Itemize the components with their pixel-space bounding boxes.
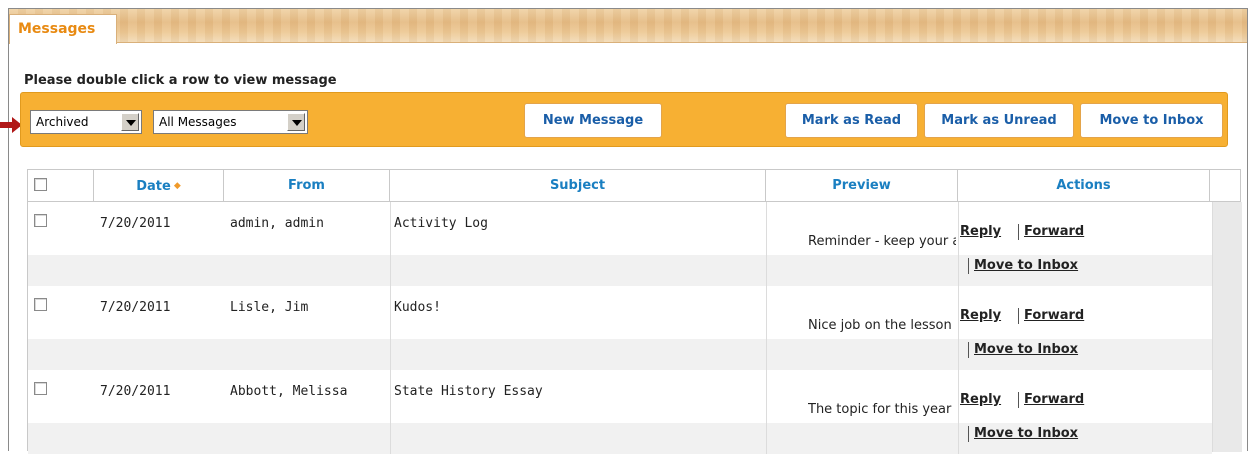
row-checkbox[interactable] <box>34 214 47 227</box>
chevron-down-icon[interactable] <box>121 113 139 131</box>
sort-descending-icon: ◆ <box>173 181 181 191</box>
grid-scrollbar[interactable] <box>1212 202 1242 452</box>
mark-as-unread-button[interactable]: Mark as Unread <box>924 103 1074 138</box>
instruction-text: Please double click a row to view messag… <box>24 73 337 88</box>
date-header-label: Date <box>136 179 171 194</box>
folder-select-value: Archived <box>36 115 89 129</box>
row-preview: The topic for this year <box>808 402 952 417</box>
pointer-arrow-icon <box>0 117 22 133</box>
mark-as-read-button[interactable]: Mark as Read <box>785 103 918 138</box>
row-subject: Activity Log <box>394 216 488 231</box>
reply-link[interactable]: Reply <box>960 308 1001 323</box>
row-preview: Reminder - keep your activity log <box>808 234 956 249</box>
row-from: Abbott, Melissa <box>230 384 348 399</box>
filter-select[interactable]: All Messages <box>153 110 308 134</box>
row-subject: State History Essay <box>394 384 543 399</box>
column-header-from[interactable]: From <box>224 170 390 202</box>
column-header-actions: Actions <box>958 170 1210 202</box>
move-to-inbox-link[interactable]: Move to Inbox <box>974 342 1078 357</box>
select-all-cell <box>28 170 94 202</box>
move-to-inbox-button[interactable]: Move to Inbox <box>1080 103 1223 138</box>
table-row[interactable]: 7/20/2011 Abbott, Melissa State History … <box>28 370 1212 454</box>
table-row[interactable]: 7/20/2011 Lisle, Jim Kudos! Nice job on … <box>28 286 1212 370</box>
row-date: 7/20/2011 <box>100 384 171 399</box>
row-date: 7/20/2011 <box>100 216 171 231</box>
tab-bar: Messages <box>9 9 1247 44</box>
row-checkbox[interactable] <box>34 298 47 311</box>
move-to-inbox-link[interactable]: Move to Inbox <box>974 258 1078 273</box>
folder-select[interactable]: Archived <box>30 110 142 134</box>
column-header-preview[interactable]: Preview <box>766 170 958 202</box>
grid-header: Date ◆ From Subject Preview Actions <box>28 170 1240 202</box>
reply-link[interactable]: Reply <box>960 392 1001 407</box>
tab-messages[interactable]: Messages <box>9 14 117 44</box>
message-toolbar: Archived All Messages New Message Mark a… <box>20 92 1228 147</box>
new-message-button[interactable]: New Message <box>524 103 662 138</box>
forward-link[interactable]: Forward <box>1024 392 1084 407</box>
move-to-inbox-link[interactable]: Move to Inbox <box>974 426 1078 441</box>
column-header-subject[interactable]: Subject <box>390 170 766 202</box>
row-from: admin, admin <box>230 216 324 231</box>
row-date: 7/20/2011 <box>100 300 171 315</box>
chevron-down-icon[interactable] <box>287 113 305 131</box>
reply-link[interactable]: Reply <box>960 224 1001 239</box>
filter-select-value: All Messages <box>159 115 237 129</box>
forward-link[interactable]: Forward <box>1024 308 1084 323</box>
table-row[interactable]: 7/20/2011 admin, admin Activity Log Remi… <box>28 202 1212 286</box>
row-from: Lisle, Jim <box>230 300 309 315</box>
row-subject: Kudos! <box>394 300 441 315</box>
row-preview: Nice job on the lesson <box>808 318 952 333</box>
messages-grid: Date ◆ From Subject Preview Actions 7/20/… <box>27 169 1242 454</box>
column-header-date[interactable]: Date ◆ <box>94 170 224 202</box>
forward-link[interactable]: Forward <box>1024 224 1084 239</box>
row-checkbox[interactable] <box>34 382 47 395</box>
select-all-checkbox[interactable] <box>34 178 47 191</box>
